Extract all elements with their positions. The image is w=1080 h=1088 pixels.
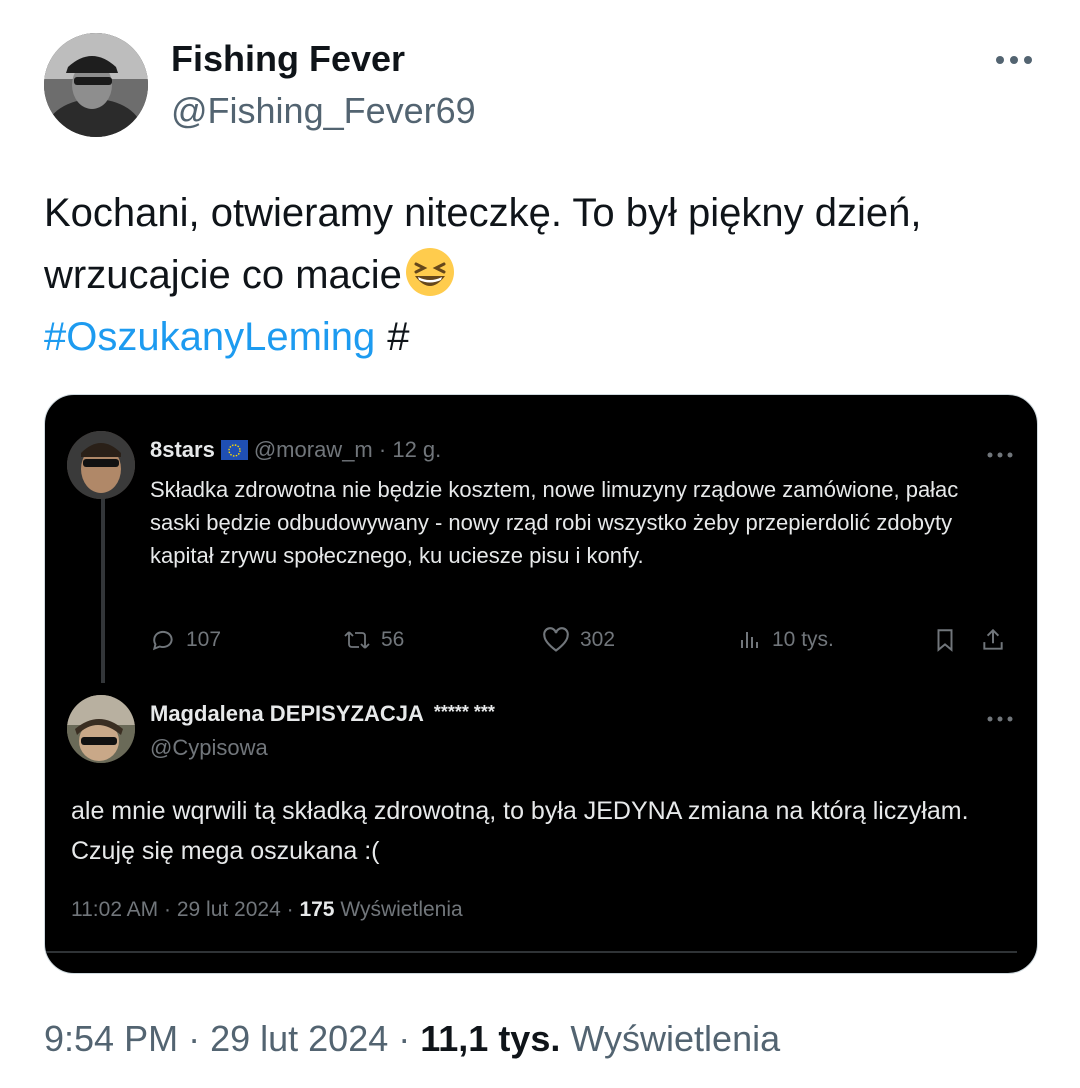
laughing-emoji-icon [404,246,456,298]
more-options-icon[interactable] [992,50,1036,70]
hashtag-link[interactable]: #OszukanyLeming [44,315,375,359]
quoted-handle: @moraw_m [253,437,373,462]
author-handle[interactable]: @Fishing_Fever69 [171,90,476,132]
quoted-text: Składka zdrowotna nie będzie kosztem, no… [150,477,959,568]
reply-meta: 11:02 AM · 29 lut 2024 · 175 Wyświetleni… [71,898,463,921]
reply-name-line: Magdalena DEPISYZACJA ***** *** [150,701,495,727]
reply-action: 107 [150,627,221,653]
share-icon [983,628,1003,650]
bookmark-action [932,627,958,653]
reply-views-label: Wyświetlenia [340,898,463,921]
tweet-time[interactable]: 9:54 PM [44,1018,178,1059]
tweet-views-label: Wyświetlenia [570,1018,781,1059]
tweet-text: Kochani, otwieramy niteczkę. To był pięk… [44,182,1044,368]
thread-line [101,499,105,683]
tweet-text-line2: wrzucajcie co macie [44,253,402,297]
reply-avatar [67,695,135,763]
author-avatar[interactable] [44,33,148,137]
reply-time: 11:02 AM [71,898,159,921]
reply-icon [152,630,173,651]
tweet-meta: 9:54 PM · 29 lut 2024 · 11,1 tys. Wyświe… [44,1018,781,1059]
quoted-actions: 107 56 302 10 tys. [150,627,1010,657]
quoted-avatar [67,431,135,499]
heart-icon [543,627,569,652]
views-action: 10 tys. [738,627,834,653]
reply-views-count: 175 [299,898,335,921]
analytics-icon [741,632,758,648]
reply-date: 29 lut 2024 [176,898,281,921]
views-count-quoted: 10 tys. [772,628,834,651]
tweet-date[interactable]: 29 lut 2024 [210,1018,388,1059]
reply-stars: ***** *** [433,702,495,722]
bookmark-icon [937,629,953,652]
meta-separator: · [378,437,387,462]
reply-handle: @Cypisowa [150,735,268,760]
retweet-action: 56 [343,627,404,653]
retweet-icon [344,631,370,649]
reply-count: 107 [186,628,222,651]
like-action: 302 [542,627,615,653]
eu-flag-icon [220,440,248,460]
retweet-count: 56 [381,628,405,651]
tweet-views-count: 11,1 tys. [420,1018,561,1059]
author-name[interactable]: Fishing Fever [171,38,405,80]
embed-divider [45,951,1017,953]
reply-name: Magdalena DEPISYZACJA [150,701,424,726]
like-count: 302 [580,628,616,651]
reply-text: ale mnie wqrwili tą składką zdrowotną, t… [71,797,969,865]
hash-symbol[interactable]: # [387,315,409,359]
quoted-header: 8stars @moraw_m · 12 g. [150,437,441,463]
tweet-text-line1: Kochani, otwieramy niteczkę. To był pięk… [44,191,922,235]
reply-more-icon [985,711,1015,722]
share-action [980,627,1006,653]
quoted-more-icon [985,447,1015,458]
quoted-name: 8stars [150,437,215,462]
quoted-age: 12 g. [392,437,442,462]
embedded-image[interactable]: 8stars @moraw_m · 12 g. Składka zdrowotna… [44,394,1038,974]
